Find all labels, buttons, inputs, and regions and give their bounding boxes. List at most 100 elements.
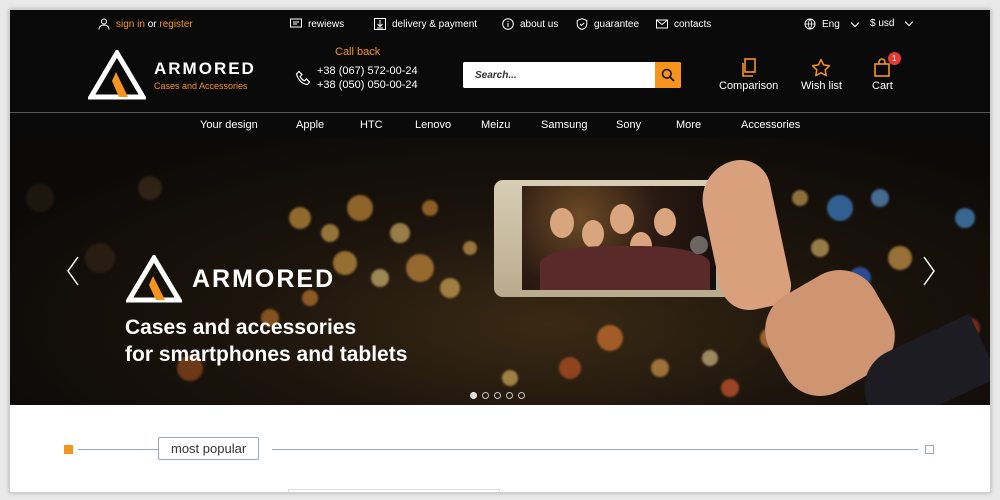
chat-icon bbox=[290, 18, 302, 28]
hero-logo: ARMORED bbox=[126, 255, 335, 303]
guarantee-label: guarantee bbox=[594, 18, 640, 30]
bokeh-light bbox=[811, 239, 829, 257]
nav-item-meizu[interactable]: Meizu bbox=[481, 119, 510, 131]
chevron-down-icon bbox=[850, 18, 860, 27]
bokeh-light bbox=[85, 243, 115, 273]
bokeh-light bbox=[463, 241, 477, 255]
mail-icon bbox=[656, 19, 668, 29]
download-box-icon bbox=[374, 18, 386, 30]
or-text: or bbox=[147, 18, 157, 30]
reviews-link[interactable]: rewiews bbox=[290, 18, 344, 30]
bokeh-light bbox=[888, 246, 912, 270]
hero-headline-1: Cases and accessories bbox=[125, 316, 357, 339]
language-value: Eng bbox=[822, 18, 840, 30]
hero-slider: ARMORED Cases and accessories for smartp… bbox=[10, 138, 990, 405]
bokeh-light bbox=[827, 195, 853, 221]
bokeh-light bbox=[333, 251, 357, 275]
bokeh-light bbox=[390, 223, 410, 243]
nav-item-sony[interactable]: Sony bbox=[616, 119, 641, 131]
bokeh-light bbox=[26, 184, 54, 212]
browser-frame: sign in or register rewiews delivery & p… bbox=[9, 9, 991, 493]
hero-headline-2: for smartphones and tablets bbox=[125, 343, 408, 366]
slider-dot[interactable] bbox=[482, 392, 489, 399]
about-link[interactable]: about us bbox=[502, 18, 558, 30]
bokeh-light bbox=[321, 224, 339, 242]
comparison-button[interactable]: Comparison bbox=[719, 58, 778, 92]
most-popular-title: most popular bbox=[158, 437, 260, 460]
wishlist-button[interactable]: Wish list bbox=[801, 58, 842, 92]
hero-brand: ARMORED bbox=[192, 264, 336, 293]
bokeh-light bbox=[955, 208, 975, 228]
nav-item-lenovo[interactable]: Lenovo bbox=[415, 119, 451, 131]
register-link[interactable]: register bbox=[159, 19, 192, 30]
bokeh-light bbox=[440, 278, 460, 298]
slider-dot[interactable] bbox=[506, 392, 513, 399]
slider-dot[interactable] bbox=[470, 392, 477, 399]
divider-line bbox=[78, 449, 158, 450]
contacts-label: contacts bbox=[674, 18, 712, 30]
phone-number-1[interactable]: +38 (067) 572-00-24 bbox=[317, 64, 418, 78]
guarantee-link[interactable]: guarantee bbox=[576, 18, 639, 30]
search-icon bbox=[661, 68, 675, 82]
nav-item-accessories[interactable]: Accessories bbox=[741, 119, 800, 131]
slider-dot[interactable] bbox=[494, 392, 501, 399]
delivery-label: delivery & payment bbox=[392, 18, 478, 30]
delivery-link[interactable]: delivery & payment bbox=[374, 18, 477, 30]
chevron-left-icon[interactable] bbox=[66, 256, 80, 286]
top-bar: sign in or register rewiews delivery & p… bbox=[10, 10, 990, 38]
account-links: sign in or register bbox=[98, 18, 193, 30]
currency-selector[interactable]: $ usd bbox=[870, 17, 914, 29]
nav-item-apple[interactable]: Apple bbox=[296, 119, 324, 131]
cart-button[interactable]: Cart 1 bbox=[872, 52, 901, 92]
category-nav: Your design Apple HTC Lenovo Meizu Samsu… bbox=[10, 112, 990, 138]
bokeh-light bbox=[721, 379, 739, 397]
sign-in-link[interactable]: sign in bbox=[116, 19, 145, 30]
language-selector[interactable]: Eng bbox=[804, 18, 860, 30]
bokeh-light bbox=[347, 195, 373, 221]
contacts-link[interactable]: contacts bbox=[656, 18, 711, 30]
nav-item-samsung[interactable]: Samsung bbox=[541, 119, 587, 131]
callback-link[interactable]: Call back bbox=[335, 46, 380, 58]
divider-line bbox=[272, 449, 918, 450]
nav-item-your-design[interactable]: Your design bbox=[200, 119, 258, 131]
search-box bbox=[463, 62, 681, 88]
wishlist-label: Wish list bbox=[801, 80, 842, 92]
chevron-right-icon[interactable] bbox=[922, 256, 936, 286]
bokeh-light bbox=[792, 190, 808, 206]
armored-logo-icon bbox=[126, 255, 182, 303]
slider-dot[interactable] bbox=[518, 392, 525, 399]
phone-number-2[interactable]: +38 (050) 050-00-24 bbox=[317, 78, 418, 92]
cart-count-badge: 1 bbox=[887, 52, 901, 65]
most-popular-section: most popular bbox=[10, 405, 990, 492]
bokeh-light bbox=[559, 357, 581, 379]
search-input[interactable] bbox=[463, 62, 655, 88]
logo[interactable]: ARMORED Cases and Accessories bbox=[88, 50, 256, 100]
user-icon bbox=[98, 18, 110, 30]
shield-icon bbox=[576, 18, 588, 30]
nav-item-more[interactable]: More bbox=[676, 119, 701, 131]
bokeh-light bbox=[702, 350, 718, 366]
about-label: about us bbox=[520, 18, 559, 30]
bokeh-light bbox=[289, 207, 311, 229]
slider-pagination bbox=[470, 392, 525, 399]
armored-logo-icon bbox=[88, 50, 146, 100]
bokeh-light bbox=[371, 269, 389, 287]
product-card[interactable] bbox=[288, 489, 500, 492]
nav-item-htc[interactable]: HTC bbox=[360, 119, 383, 131]
selfie-photo bbox=[522, 186, 716, 290]
chevron-down-icon bbox=[905, 17, 914, 27]
compare-icon bbox=[741, 58, 756, 77]
search-button[interactable] bbox=[655, 62, 681, 88]
bokeh-light bbox=[138, 176, 162, 200]
bokeh-light bbox=[406, 254, 434, 282]
bokeh-light bbox=[502, 370, 518, 386]
bokeh-light bbox=[422, 200, 438, 216]
globe-icon bbox=[804, 18, 816, 30]
header: ARMORED Cases and Accessories Call back … bbox=[10, 38, 990, 112]
bokeh-light bbox=[651, 359, 669, 377]
currency-value: $ usd bbox=[870, 18, 895, 29]
bokeh-light bbox=[871, 189, 889, 207]
reviews-label: rewiews bbox=[308, 18, 345, 30]
phone-icon bbox=[295, 70, 311, 86]
star-icon bbox=[812, 58, 831, 77]
